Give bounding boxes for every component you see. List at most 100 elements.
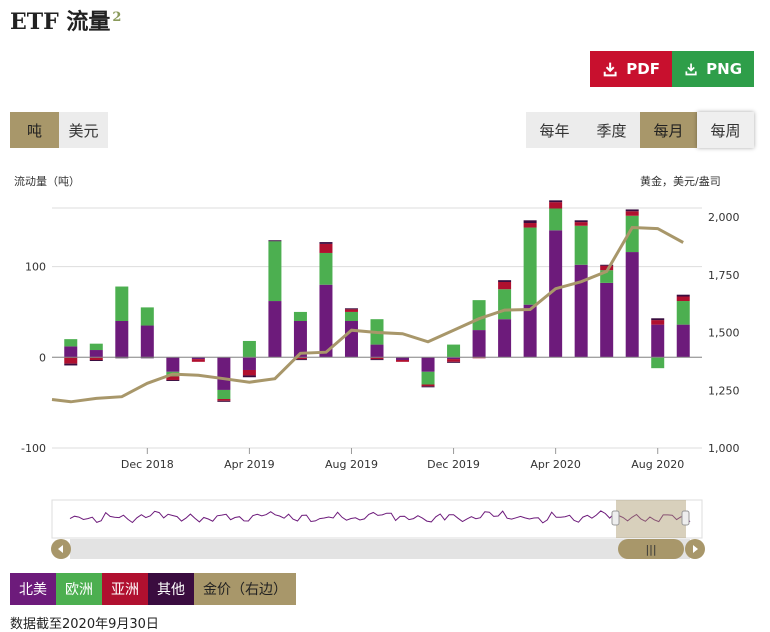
bar-其他: [370, 359, 384, 361]
bar-亚洲: [574, 222, 588, 226]
bar-北美: [625, 252, 639, 358]
bar-欧洲: [293, 311, 307, 321]
bar-其他: [625, 209, 639, 212]
x-tick-label: Aug 2019: [325, 458, 378, 471]
period-yearly-button[interactable]: 每年: [526, 112, 583, 148]
y-tick-label: -100: [21, 442, 46, 455]
bar-北美: [64, 346, 78, 358]
x-tick-label: Dec 2018: [121, 458, 174, 471]
bar-欧洲: [549, 208, 563, 231]
bar-北美: [600, 282, 614, 358]
bar-欧洲: [115, 286, 129, 321]
bar-其他: [217, 400, 231, 402]
legend-item-north-america[interactable]: 北美: [10, 573, 56, 605]
bar-其他: [242, 375, 256, 378]
unit-toggle: 吨 美元: [10, 112, 108, 148]
bar-北美: [140, 325, 154, 358]
bar-其他: [89, 360, 103, 362]
period-toggle: 每年 季度 每月 每周: [526, 112, 754, 148]
download-icon: [685, 63, 697, 76]
legend: 北美 欧洲 亚洲 其他 金价（右边）: [10, 573, 296, 605]
legend-item-gold-price[interactable]: 金价（右边）: [194, 573, 296, 605]
bar-欧洲: [447, 344, 461, 358]
y-tick-label: 100: [25, 261, 46, 274]
bar-亚洲: [498, 281, 512, 290]
bar-欧洲: [472, 300, 486, 331]
y2-tick-label: 1,750: [708, 269, 740, 282]
unit-tonnes-button[interactable]: 吨: [10, 112, 59, 148]
bar-北美: [523, 304, 537, 358]
pdf-label: PDF: [626, 60, 660, 78]
bar-北美: [421, 357, 435, 372]
navigator-right-handle[interactable]: [681, 510, 690, 526]
range-navigator[interactable]: |||: [0, 496, 770, 564]
bar-亚洲: [242, 369, 256, 376]
bar-亚洲: [217, 399, 231, 401]
bar-亚洲: [344, 309, 358, 312]
download-icon: [603, 62, 617, 77]
legend-item-other[interactable]: 其他: [148, 573, 194, 605]
etf-flow-chart: -100 0 100 1,000 1,250 1,500 1,750 2,000 Dec 201…: [21, 200, 740, 471]
bar-其他: [651, 318, 665, 321]
legend-item-asia[interactable]: 亚洲: [102, 573, 148, 605]
bar-欧洲: [523, 227, 537, 305]
bar-欧洲: [89, 343, 103, 351]
bar-欧洲: [344, 311, 358, 321]
period-weekly-button[interactable]: 每周: [697, 112, 754, 148]
unit-usd-button[interactable]: 美元: [59, 112, 108, 148]
bar-欧洲: [421, 371, 435, 385]
bar-欧洲: [574, 225, 588, 265]
data-date-note: 数据截至2020年9月30日: [10, 617, 159, 632]
bar-亚洲: [319, 243, 333, 253]
bar-北美: [166, 357, 180, 372]
bar-其他: [447, 361, 461, 363]
bar-欧洲: [242, 340, 256, 358]
bar-亚洲: [191, 359, 205, 362]
bar-北美: [115, 321, 129, 358]
bar-其他: [64, 363, 78, 366]
x-tick-label: Aug 2020: [631, 458, 684, 471]
bar-欧洲: [676, 301, 690, 325]
period-monthly-button[interactable]: 每月: [640, 112, 697, 148]
bar-欧洲: [651, 357, 665, 369]
bar-其他: [549, 200, 563, 203]
bar-北美: [472, 330, 486, 358]
bar-欧洲: [64, 339, 78, 347]
png-download-button[interactable]: PNG: [672, 51, 754, 87]
png-label: PNG: [706, 60, 742, 78]
bar-亚洲: [64, 357, 78, 364]
bar-其他: [421, 386, 435, 388]
bar-北美: [344, 321, 358, 358]
bar-亚洲: [421, 384, 435, 387]
navigator-selection[interactable]: [616, 500, 686, 538]
navigator-frame: [51, 499, 703, 539]
legend-item-europe[interactable]: 欧洲: [56, 573, 102, 605]
x-tick-label: Dec 2019: [427, 458, 480, 471]
navigator-scrollbar-track[interactable]: [70, 539, 690, 559]
bar-亚洲: [549, 202, 563, 209]
navigator-left-handle[interactable]: [611, 510, 620, 526]
bar-亚洲: [447, 359, 461, 362]
bar-亚洲: [523, 223, 537, 228]
x-tick-label: Apr 2020: [530, 458, 581, 471]
grip-icon: |||: [645, 543, 656, 556]
page-title: ETF 流量 2: [10, 9, 122, 35]
bar-其他: [498, 280, 512, 282]
bar-欧洲: [319, 252, 333, 285]
bar-亚洲: [676, 296, 690, 302]
period-quarterly-button[interactable]: 季度: [583, 112, 640, 148]
pdf-download-button[interactable]: PDF: [590, 51, 672, 87]
bar-北美: [268, 301, 282, 358]
bar-其他: [268, 240, 282, 242]
bar-亚洲: [651, 320, 665, 325]
y2-tick-label: 1,000: [708, 442, 740, 455]
bar-北美: [370, 344, 384, 358]
bar-北美: [651, 324, 665, 358]
bar-其他: [166, 379, 180, 381]
bar-亚洲: [396, 360, 410, 362]
bar-北美: [217, 357, 231, 390]
bar-欧洲: [498, 289, 512, 320]
bar-北美: [676, 324, 690, 358]
bar-其他: [676, 294, 690, 297]
y2-tick-label: 1,250: [708, 384, 740, 397]
